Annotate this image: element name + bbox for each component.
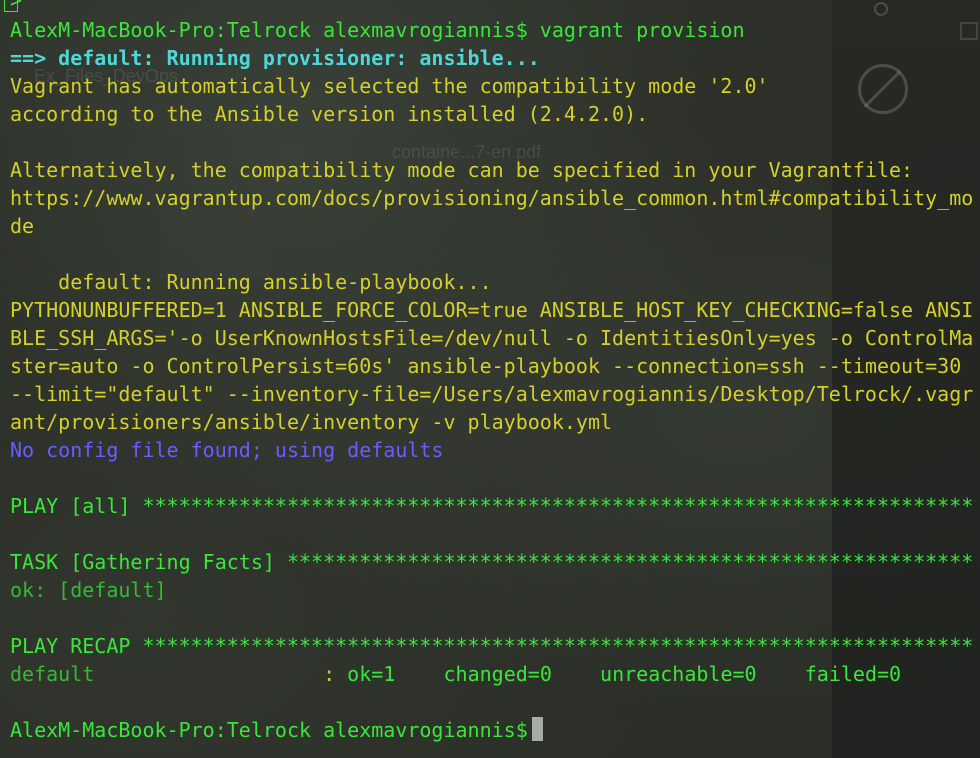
recap-unreachable: unreachable=0 — [551, 662, 757, 686]
terminal-line: ster=auto -o ControlPersist=60s' ansible… — [10, 354, 962, 378]
terminal-window[interactable]: > AlexM-MacBook-Pro:Telrock alexmavrogia… — [0, 0, 980, 758]
terminal-line: No config file found; using defaults — [10, 438, 444, 462]
terminal-cursor — [531, 717, 543, 741]
terminal-line: --limit="default" --inventory-file=/User… — [10, 382, 974, 406]
terminal-line: default: Running ansible-playbook... — [10, 270, 492, 294]
terminal-line: Alternatively, the compatibility mode ca… — [10, 158, 914, 182]
recap-host: default — [10, 662, 95, 686]
terminal-line: de — [10, 214, 35, 238]
terminal-line: according to the Ansible version install… — [10, 102, 649, 126]
terminal-line: BLE_SSH_ARGS='-o UserKnownHostsFile=/dev… — [10, 326, 974, 350]
terminal-prompt[interactable]: AlexM-MacBook-Pro:Telrock alexmavrogiann… — [10, 716, 543, 744]
terminal-line: ==> default: Running provisioner: ansibl… — [10, 46, 540, 70]
terminal-line: > — [10, 0, 23, 12]
recap-changed: changed=0 — [395, 662, 552, 686]
terminal-line: PLAY RECAP *****************************… — [10, 634, 974, 658]
terminal-line: TASK [Gathering Facts] *****************… — [10, 550, 974, 574]
recap-ok: ok=1 — [347, 662, 396, 686]
terminal-line: Vagrant has automatically selected the c… — [10, 74, 769, 98]
terminal-line: ant/provisioners/ansible/inventory -v pl… — [10, 410, 613, 434]
terminal-line: ok: [default] — [10, 578, 167, 602]
terminal-prompt: AlexM-MacBook-Pro:Telrock alexmavrogiann… — [10, 18, 745, 42]
terminal-line: PLAY [all] *****************************… — [10, 494, 974, 518]
terminal-line: PYTHONUNBUFFERED=1 ANSIBLE_FORCE_COLOR=t… — [10, 298, 974, 322]
recap-separator: : — [94, 662, 348, 686]
prompt-text: AlexM-MacBook-Pro:Telrock alexmavrogiann… — [10, 718, 528, 742]
recap-line: default : ok=1 changed=0 unreachable=0 f… — [10, 660, 901, 688]
terminal-line: https://www.vagrantup.com/docs/provision… — [10, 186, 974, 210]
recap-failed: failed=0 — [756, 662, 902, 686]
